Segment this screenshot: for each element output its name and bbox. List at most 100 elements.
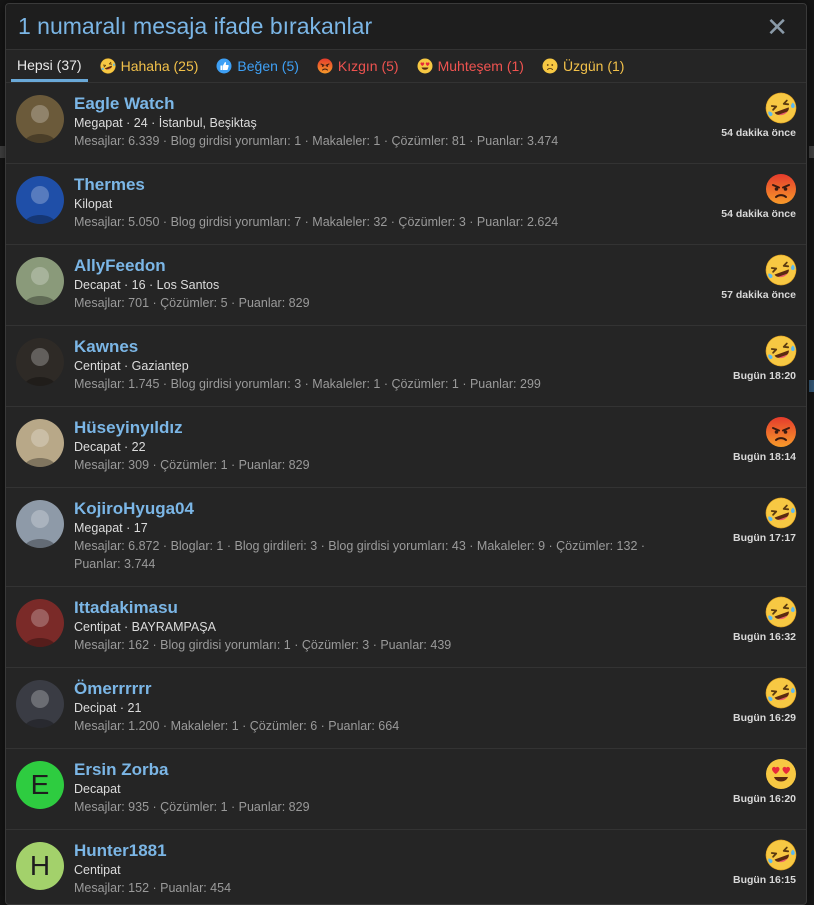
user-title: Centipat · Gaziantep — [74, 359, 189, 373]
user-stats: Mesajlar: 6.872 · Bloglar: 1 · Blog gird… — [74, 539, 646, 571]
reaction-info: Bugün 16:29 — [686, 677, 797, 724]
reaction-info: 54 dakika önce — [686, 92, 797, 139]
username-link[interactable]: Kawnes — [74, 337, 686, 357]
tab-label: Beğen (5) — [237, 58, 299, 74]
reactor-row: Ittadakimasu Centipat · BAYRAMPAŞA Mesajla… — [6, 587, 806, 668]
user-title: Megapat · 17 — [74, 521, 148, 535]
reactor-row: Hüseyinyıldız Decapat · 22 Mesajlar: 309 ·… — [6, 407, 806, 488]
avatar[interactable] — [16, 176, 64, 224]
user-stats: Mesajlar: 1.745 · Blog girdisi yorumları… — [74, 377, 541, 391]
user-info: Ömerrrrrr Decipat · 21 Mesajlar: 1.200 · M… — [74, 679, 686, 735]
laughing-emoji-icon — [765, 839, 797, 871]
user-title: Decipat · 21 — [74, 701, 142, 715]
avatar[interactable] — [16, 680, 64, 728]
angry-emoji-icon — [317, 58, 333, 74]
background-page-text — [809, 380, 814, 392]
tab-label: Kızgın (5) — [337, 58, 399, 74]
reaction-info: Bugün 16:32 — [686, 596, 797, 643]
user-info: Hunter1881 Centipat Mesajlar: 152 · Puanla… — [74, 841, 686, 897]
reaction-time: Bugün 17:17 — [732, 532, 796, 544]
reactor-row: Kawnes Centipat · Gaziantep Mesajlar: 1.74… — [6, 326, 806, 407]
user-title: Decapat · 22 — [74, 440, 146, 454]
username-link[interactable]: Ersin Zorba — [74, 760, 686, 780]
laughing-emoji-icon — [765, 677, 797, 709]
tab-sad[interactable]: Üzgün (1) — [536, 50, 630, 82]
tab-hahaha[interactable]: Hahaha (25) — [94, 50, 205, 82]
username-link[interactable]: Hüseyinyıldız — [74, 418, 686, 438]
user-title: Decapat — [74, 782, 121, 796]
angry-emoji-icon — [765, 173, 797, 205]
username-link[interactable]: Hunter1881 — [74, 841, 686, 861]
user-title: Centipat — [74, 863, 121, 877]
reaction-time: 54 dakika önce — [721, 127, 796, 139]
user-title: Megapat · 24 · İstanbul, Beşiktaş — [74, 116, 257, 130]
tab-like[interactable]: Beğen (5) — [210, 50, 304, 82]
avatar[interactable]: E — [16, 761, 64, 809]
tab-label: Muhteşem (1) — [437, 58, 524, 74]
close-icon[interactable]: ✕ — [760, 14, 794, 40]
avatar[interactable] — [16, 95, 64, 143]
reaction-time: Bugün 16:29 — [732, 712, 796, 724]
username-link[interactable]: Thermes — [74, 175, 686, 195]
user-info: Ittadakimasu Centipat · BAYRAMPAŞA Mesajla… — [74, 598, 686, 654]
laughing-emoji-icon — [765, 254, 797, 286]
username-link[interactable]: Ittadakimasu — [74, 598, 686, 618]
reaction-time: Bugün 18:20 — [732, 370, 796, 382]
heart-eyes-emoji-icon — [765, 758, 797, 790]
user-info: Kawnes Centipat · Gaziantep Mesajlar: 1.74… — [74, 337, 686, 393]
reaction-time: 57 dakika önce — [721, 289, 796, 301]
reactor-row: Eagle Watch Megapat · 24 · İstanbul, Beşi… — [6, 83, 806, 164]
tab-angry[interactable]: Kızgın (5) — [311, 50, 405, 82]
laughing-emoji-icon — [99, 58, 116, 74]
avatar[interactable] — [16, 419, 64, 467]
reaction-info: 54 dakika önce — [686, 173, 796, 220]
user-stats: Mesajlar: 309 · Çözümler: 1 · Puanlar: 8… — [74, 458, 310, 472]
reactor-list: Eagle Watch Megapat · 24 · İstanbul, Beşi… — [6, 83, 806, 904]
username-link[interactable]: Eagle Watch — [74, 94, 686, 114]
thumbs-up-icon — [216, 58, 232, 74]
tab-wow[interactable]: Muhteşem (1) — [411, 50, 530, 82]
reactor-row: Ömerrrrrr Decipat · 21 Mesajlar: 1.200 · M… — [6, 668, 806, 749]
dialog-header: 1 numaralı mesaja ifade bırakanlar ✕ — [6, 4, 806, 50]
user-info: AllyFeedon Decapat · 16 · Los Santos Mesaj… — [74, 256, 686, 312]
username-link[interactable]: KojiroHyuga04 — [74, 499, 686, 519]
sad-emoji-icon — [542, 58, 558, 74]
reactor-row: Thermes Kilopat Mesajlar: 5.050 · Blog gir… — [6, 164, 806, 245]
avatar[interactable]: H — [16, 842, 64, 890]
laughing-emoji-icon — [765, 92, 797, 124]
avatar[interactable] — [16, 257, 64, 305]
user-info: Hüseyinyıldız Decapat · 22 Mesajlar: 309 ·… — [74, 418, 686, 474]
reaction-info: 57 dakika önce — [686, 254, 797, 301]
reaction-time: Bugün 18:14 — [732, 451, 796, 463]
user-title: Decapat · 16 · Los Santos — [74, 278, 220, 292]
user-stats: Mesajlar: 6.339 · Blog girdisi yorumları… — [74, 134, 559, 148]
user-stats: Mesajlar: 5.050 · Blog girdisi yorumları… — [74, 215, 559, 229]
laughing-emoji-icon — [765, 596, 797, 628]
username-link[interactable]: Ömerrrrrr — [74, 679, 686, 699]
reactor-row: E Ersin Zorba Decapat Mesajlar: 935 · Çözüm… — [6, 749, 806, 830]
user-stats: Mesajlar: 701 · Çözümler: 5 · Puanlar: 8… — [74, 296, 310, 310]
user-info: Thermes Kilopat Mesajlar: 5.050 · Blog gir… — [74, 175, 686, 231]
user-title: Kilopat — [74, 197, 113, 211]
laughing-emoji-icon — [765, 335, 797, 367]
user-title: Centipat · BAYRAMPAŞA — [74, 620, 216, 634]
avatar[interactable] — [16, 599, 64, 647]
reaction-tabs: Hepsi (37) Hahaha (25) Beğen (5) Kızgın (5)… — [6, 50, 806, 83]
reaction-time: Bugün 16:32 — [732, 631, 796, 643]
reaction-info: Bugün 16:15 — [686, 839, 797, 886]
user-stats: Mesajlar: 162 · Blog girdisi yorumları: … — [74, 638, 452, 652]
laughing-emoji-icon — [765, 497, 797, 529]
user-info: KojiroHyuga04 Megapat · 17 Mesajlar: 6.872… — [74, 499, 686, 573]
reactions-dialog: 1 numaralı mesaja ifade bırakanlar ✕ Hep… — [5, 3, 807, 905]
tab-all[interactable]: Hepsi (37) — [11, 50, 88, 82]
user-info: Ersin Zorba Decapat Mesajlar: 935 · Çözüml… — [74, 760, 686, 816]
username-link[interactable]: AllyFeedon — [74, 256, 686, 276]
heart-eyes-emoji-icon — [417, 58, 433, 74]
reaction-info: Bugün 16:20 — [686, 758, 796, 805]
tab-label: Hahaha (25) — [120, 58, 199, 74]
user-stats: Mesajlar: 1.200 · Makaleler: 1 · Çözümle… — [74, 719, 400, 733]
user-info: Eagle Watch Megapat · 24 · İstanbul, Beşi… — [74, 94, 686, 150]
avatar[interactable] — [16, 338, 64, 386]
dialog-title: 1 numaralı mesaja ifade bırakanlar — [18, 13, 373, 39]
avatar[interactable] — [16, 500, 64, 548]
